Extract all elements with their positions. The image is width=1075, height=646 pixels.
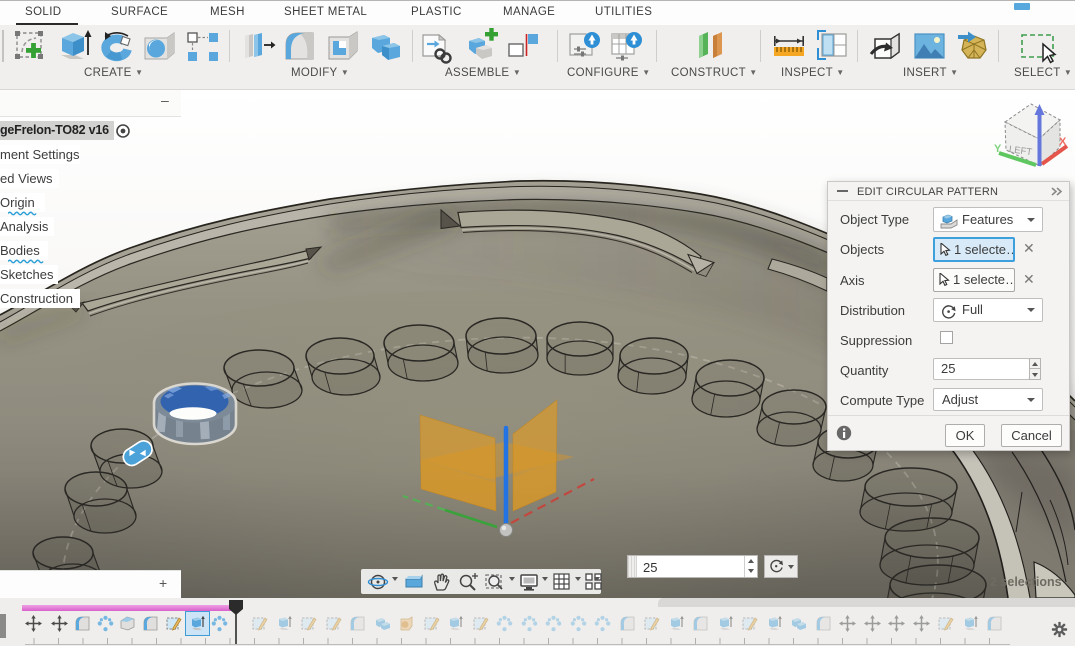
svg-text:Y: Y (994, 143, 1002, 155)
svg-text:X: X (1059, 136, 1067, 148)
